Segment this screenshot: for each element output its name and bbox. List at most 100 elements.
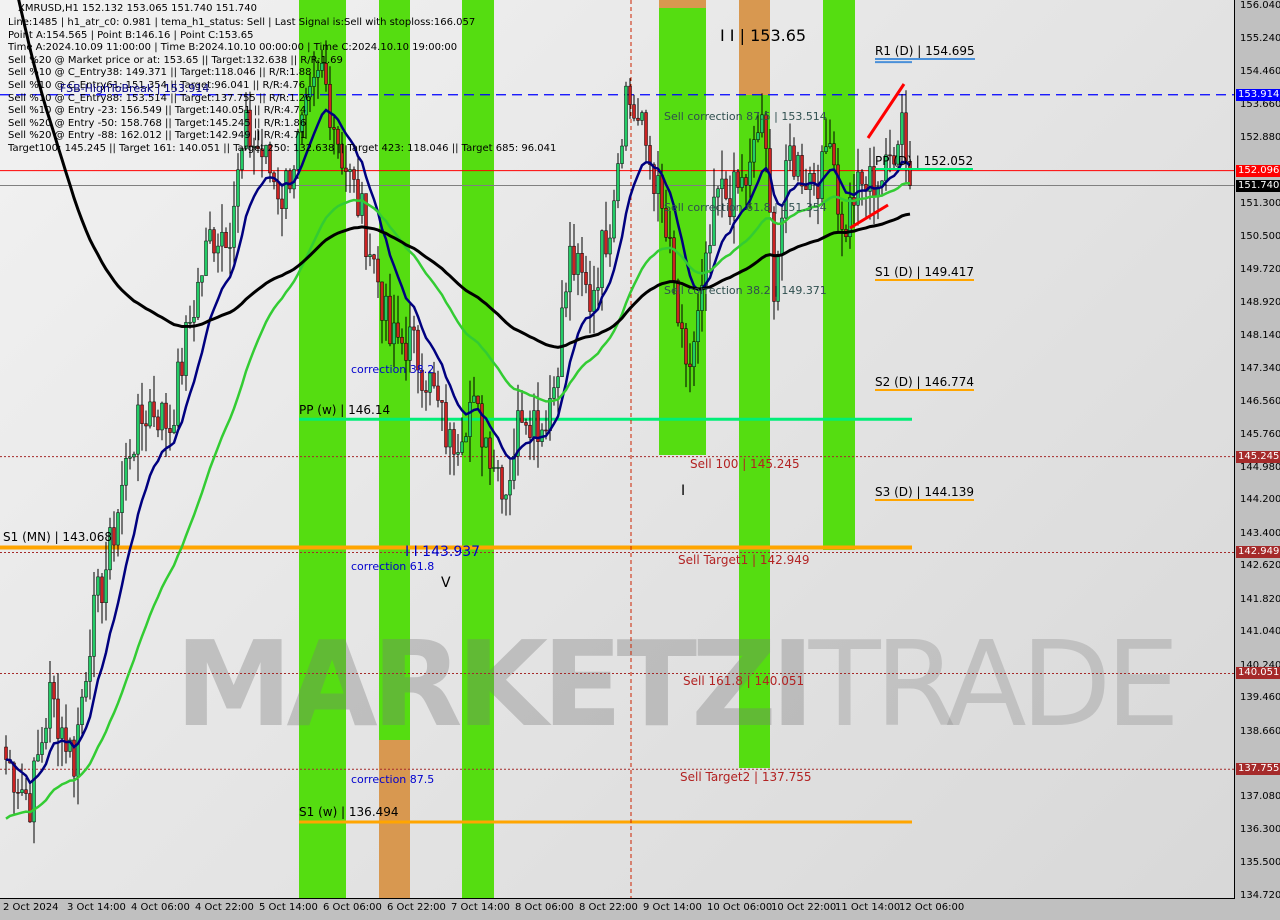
candle [820,151,824,199]
candle [424,390,428,393]
candle [696,310,700,342]
price-tag: 152.096 [1236,164,1280,177]
info-line: Target100: 145.245 || Target 161: 140.05… [8,143,557,154]
candle [28,793,32,823]
candle [92,594,96,657]
price-tick: 147.340 [1240,363,1280,375]
candle [828,143,832,148]
candle [372,254,376,260]
sell-1618-label: Sell 161.8 | 140.051 [683,674,805,688]
price-tag: 151.740 [1236,179,1280,192]
candle [736,171,740,188]
candle [576,253,580,275]
candle [860,171,864,185]
candle [76,724,80,777]
candle [596,287,600,291]
candle [208,229,212,242]
time-tick: 12 Oct 06:00 [899,902,965,913]
sell-target2-label: Sell Target2 | 137.755 [680,770,812,784]
sell-correction-382-label: Sell correction 38.2 | 149.371 [664,284,827,297]
candle [668,237,672,239]
s2-daily-label: S2 (D) | 146.774 [875,375,974,391]
candle [288,170,292,190]
candle [216,245,220,254]
price-tag: 137.755 [1236,763,1280,776]
candle [628,85,632,105]
candle [484,437,488,448]
candle [716,188,720,198]
candle [212,229,216,254]
candle [900,112,904,145]
candle [64,727,68,752]
candle [156,416,160,431]
price-tick: 146.560 [1240,395,1280,407]
candle [368,254,372,257]
candle [584,272,588,285]
chart-area[interactable]: MARKETZITRADE XMRUSD,H1 152.132 153.065 … [0,0,1235,899]
candle [400,336,404,344]
candle [4,746,8,760]
candle [624,85,628,147]
candle [176,361,180,426]
candle [468,402,472,437]
point-c-label: I I | 153.65 [720,26,807,45]
time-tick: 11 Oct 14:00 [835,902,901,913]
candle [384,295,388,321]
info-line: Sell %20 @ Entry -88: 162.012 || Target:… [8,130,307,142]
candle [720,178,724,190]
candle [528,424,532,438]
candle [24,789,28,794]
candle [488,437,492,469]
candle [564,291,568,309]
candle [120,484,124,513]
sell-target1-label: Sell Target1 | 142.949 [678,553,810,567]
candle [448,429,452,448]
time-tick: 7 Oct 14:00 [451,902,510,913]
wave-i-label: I [681,483,686,499]
price-tick: 156.040 [1240,0,1280,11]
candle [800,155,804,187]
candle [348,169,352,172]
candle [88,656,92,682]
candle [436,385,440,401]
candle [656,175,660,194]
candle [232,205,236,248]
candle [840,213,844,230]
info-line: Point A:154.565 | Point B:146.16 | Point… [8,29,254,41]
info-line: Sell %20 @ Entry -50: 158.768 || Target:… [8,117,307,129]
candle [804,185,808,190]
price-tick: 144.200 [1240,494,1280,506]
candle [172,425,176,433]
time-tick: 9 Oct 14:00 [643,902,702,913]
candle [116,512,120,546]
candle [756,132,760,140]
candle [708,245,712,254]
s1-weekly-label: S1 (w) | 136.494 [299,805,399,819]
candle [168,428,172,433]
candle [744,177,748,186]
candle [460,441,464,453]
price-tick: 148.920 [1240,297,1280,309]
candle [740,177,744,188]
time-tick: 5 Oct 14:00 [259,902,318,913]
price-tick: 155.240 [1240,33,1280,45]
price-tag: 153.914 [1236,88,1280,101]
time-tick: 4 Oct 06:00 [131,902,190,913]
candle [112,527,116,546]
candle [752,139,756,163]
candle [284,170,288,209]
pp-weekly-label: PP (w) | 146.14 [299,403,391,417]
candle [572,245,576,275]
candle [224,231,228,249]
candle [140,404,144,424]
sell-correction-618-label: Sell correction 61.8 | 151.354 [664,201,827,214]
candle [152,401,156,418]
candle [404,342,408,361]
candle [184,322,188,376]
candle [412,326,416,331]
time-tick: 8 Oct 22:00 [579,902,638,913]
time-tick: 4 Oct 22:00 [195,902,254,913]
candle [512,455,516,481]
candle [356,179,360,216]
candle [396,322,400,338]
